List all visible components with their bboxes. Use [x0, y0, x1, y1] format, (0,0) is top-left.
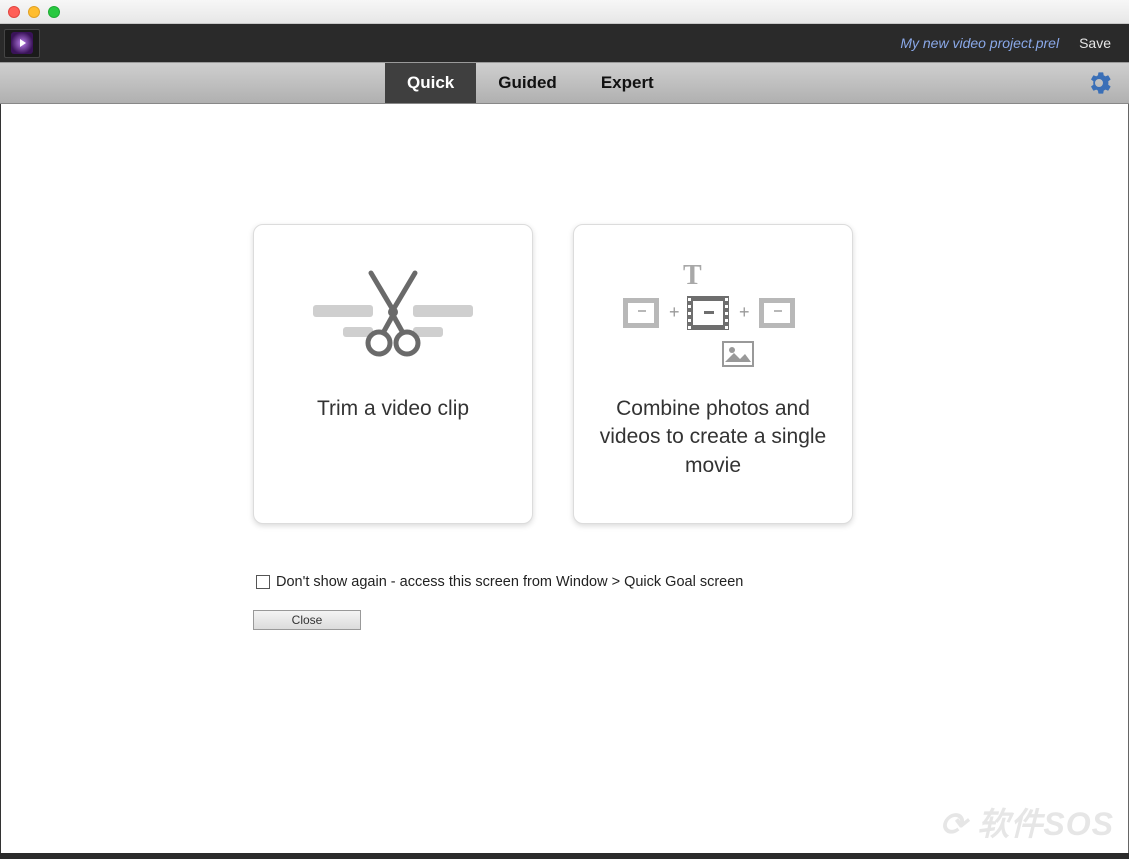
tab-guided[interactable]: Guided — [476, 63, 579, 103]
gear-icon — [1087, 71, 1111, 95]
traffic-lights — [8, 6, 60, 18]
svg-text:+: + — [739, 302, 750, 322]
watermark-text: ⟳ 软件SOS — [940, 799, 1114, 845]
close-button[interactable]: Close — [253, 610, 361, 630]
main-content: Trim a video clip T — [0, 104, 1129, 853]
window-footer-bar — [0, 853, 1129, 859]
card-combine-media[interactable]: T + — [573, 224, 853, 524]
scissors-trim-icon — [293, 265, 493, 375]
tab-quick[interactable]: Quick — [385, 63, 476, 103]
window-titlebar — [0, 0, 1129, 24]
app-logo[interactable] — [4, 29, 40, 58]
card-trim-video[interactable]: Trim a video clip — [253, 224, 533, 524]
combine-media-icon: T + — [603, 260, 823, 380]
card-trim-title: Trim a video clip — [317, 395, 469, 423]
project-filename: My new video project.prel — [900, 35, 1059, 51]
trim-icon-area — [274, 255, 512, 385]
svg-text:T: T — [683, 260, 702, 291]
window-close-button[interactable] — [8, 6, 20, 18]
svg-text:+: + — [669, 302, 680, 322]
goal-cards: Trim a video clip T — [253, 224, 853, 524]
dont-show-again-row: Don't show again - access this screen fr… — [256, 574, 743, 590]
window-minimize-button[interactable] — [28, 6, 40, 18]
card-combine-title: Combine photos and videos to create a si… — [594, 395, 832, 480]
settings-button[interactable] — [1087, 71, 1111, 95]
app-header: My new video project.prel Save — [0, 24, 1129, 62]
save-button[interactable]: Save — [1079, 35, 1111, 51]
window-zoom-button[interactable] — [48, 6, 60, 18]
combine-icon-area: T + — [594, 255, 832, 385]
mode-tabs: Quick Guided Expert — [385, 63, 676, 103]
dont-show-checkbox[interactable] — [256, 575, 270, 589]
mode-toolbar: Quick Guided Expert — [0, 62, 1129, 104]
premiere-elements-icon — [11, 32, 33, 54]
tab-expert[interactable]: Expert — [579, 63, 676, 103]
close-button-label: Close — [292, 613, 323, 627]
dont-show-label: Don't show again - access this screen fr… — [276, 574, 743, 590]
